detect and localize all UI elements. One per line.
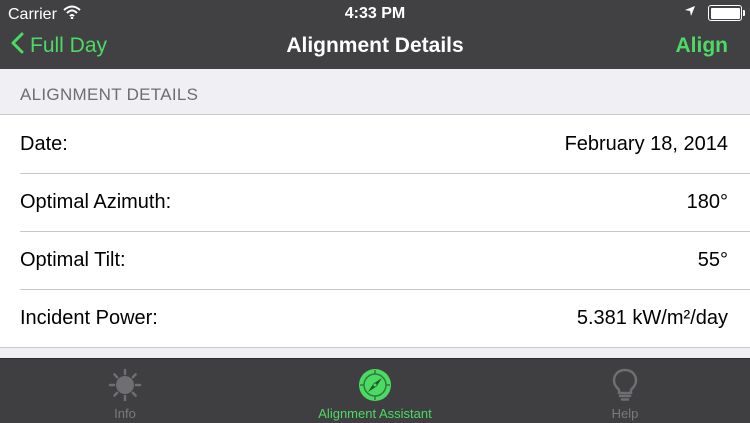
align-button[interactable]: Align	[676, 34, 729, 58]
detail-value: February 18, 2014	[564, 132, 728, 155]
section-header: ALIGNMENT DETAILS	[0, 69, 750, 115]
detail-value: 5.381 kW/m²/day	[576, 306, 728, 329]
status-time: 4:33 PM	[344, 5, 406, 22]
detail-label: Date:	[20, 132, 68, 155]
detail-value: 180°	[686, 190, 728, 213]
detail-label: Optimal Tilt:	[20, 248, 126, 271]
sun-icon	[107, 367, 143, 403]
lightbulb-icon	[607, 367, 643, 403]
battery-icon	[708, 5, 745, 21]
tab-alignment-assistant-label: Alignment Assistant	[318, 406, 432, 421]
status-right-group	[684, 4, 745, 22]
tab-alignment-assistant[interactable]: Alignment Assistant	[250, 359, 500, 423]
detail-value: 55°	[697, 248, 728, 271]
status-bar: Carrier 4:33 PM	[0, 0, 750, 28]
section-header-label: ALIGNMENT DETAILS	[20, 85, 199, 104]
navigation-bar: Full Day Alignment Details Align	[0, 28, 750, 69]
tab-info[interactable]: Info	[0, 359, 250, 423]
tab-bar: Info Alignment Assistant Help	[0, 358, 750, 423]
page-title: Alignment Details	[286, 34, 464, 57]
compass-icon	[357, 367, 393, 403]
tab-help-label: Help	[611, 406, 639, 421]
details-table: Date: February 18, 2014 Optimal Azimuth:…	[0, 115, 750, 347]
detail-row-date: Date: February 18, 2014	[0, 115, 750, 173]
detail-row-tilt: Optimal Tilt: 55°	[0, 231, 750, 289]
table-footer-spacer	[0, 347, 750, 358]
detail-label: Optimal Azimuth:	[20, 190, 172, 213]
top-bar: Carrier 4:33 PM Full Day Alignment Detai…	[0, 0, 750, 69]
location-arrow-icon	[684, 4, 696, 22]
table-divider	[0, 347, 750, 348]
tab-info-label: Info	[114, 406, 136, 421]
tab-help[interactable]: Help	[500, 359, 750, 423]
detail-row-incident-power: Incident Power: 5.381 kW/m²/day	[0, 289, 750, 347]
detail-label: Incident Power:	[20, 306, 158, 329]
detail-row-azimuth: Optimal Azimuth: 180°	[0, 173, 750, 231]
